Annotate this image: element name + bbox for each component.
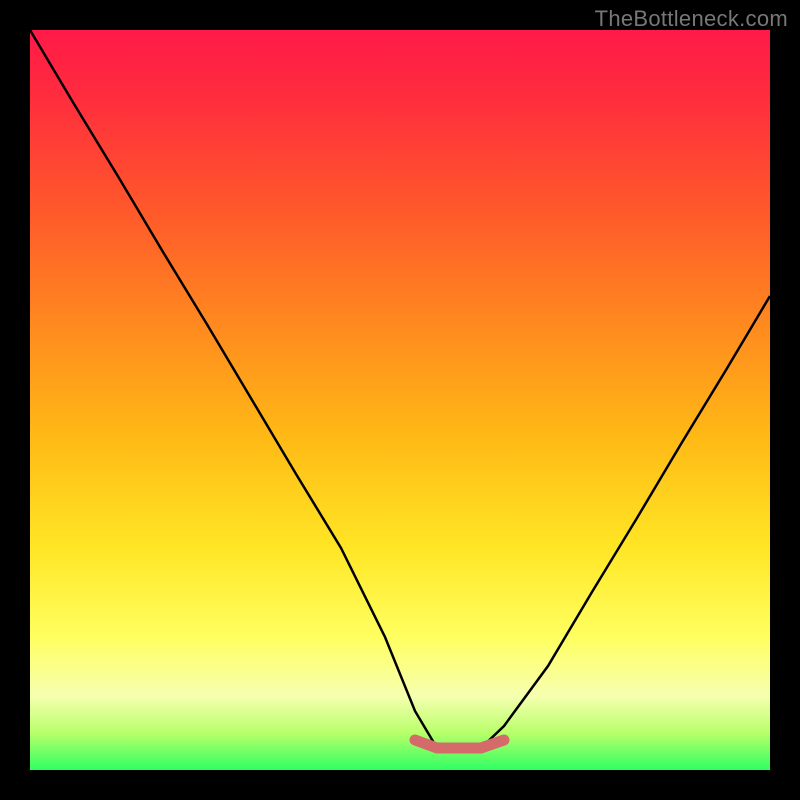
chart-frame: TheBottleneck.com [0, 0, 800, 800]
watermark-label: TheBottleneck.com [595, 6, 788, 32]
curve-svg [30, 30, 770, 770]
bottleneck-curve-path [30, 30, 770, 748]
plot-area [30, 30, 770, 770]
bottom-band-path [415, 740, 504, 748]
